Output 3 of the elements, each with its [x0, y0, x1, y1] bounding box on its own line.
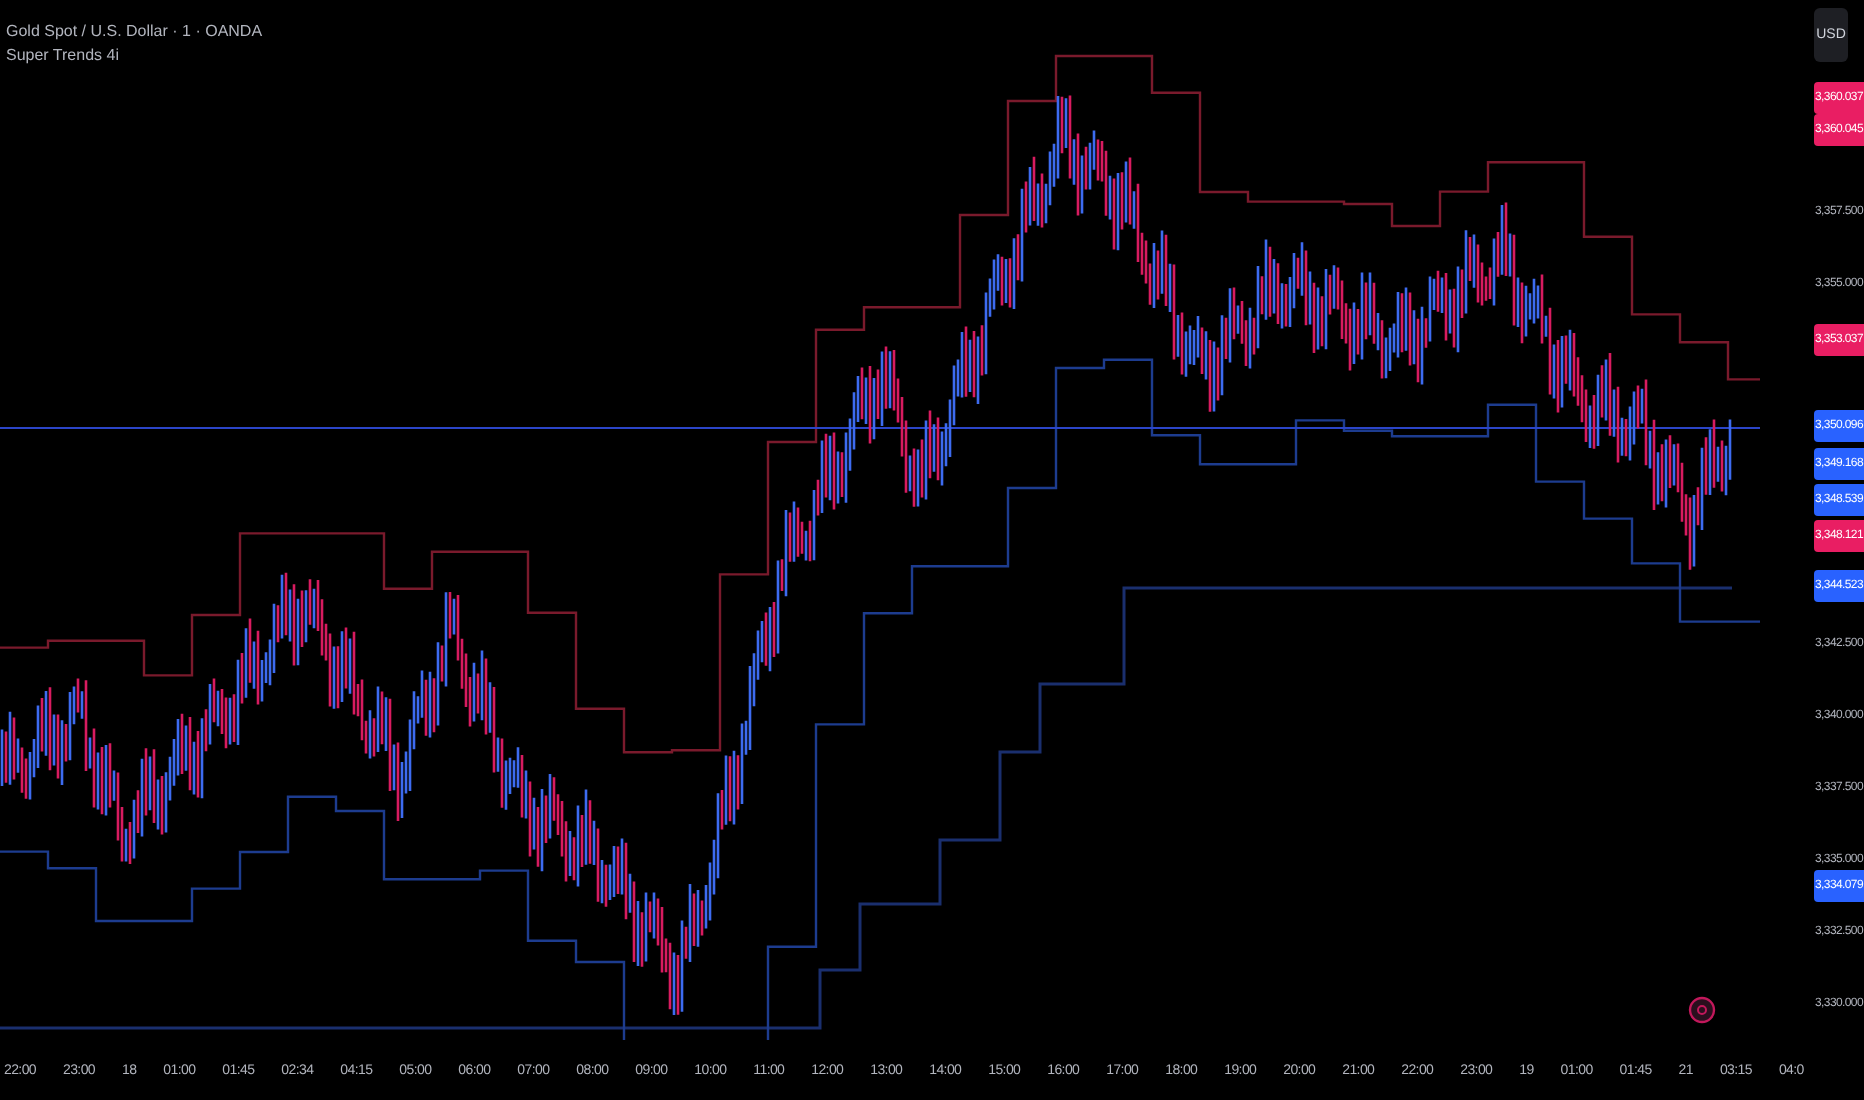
symbol-title: Gold Spot / U.S. Dollar · 1 · OANDA	[6, 22, 263, 40]
event-marker-icon[interactable]	[1688, 996, 1716, 1024]
indicator-name: Super Trends 4i	[6, 46, 121, 64]
